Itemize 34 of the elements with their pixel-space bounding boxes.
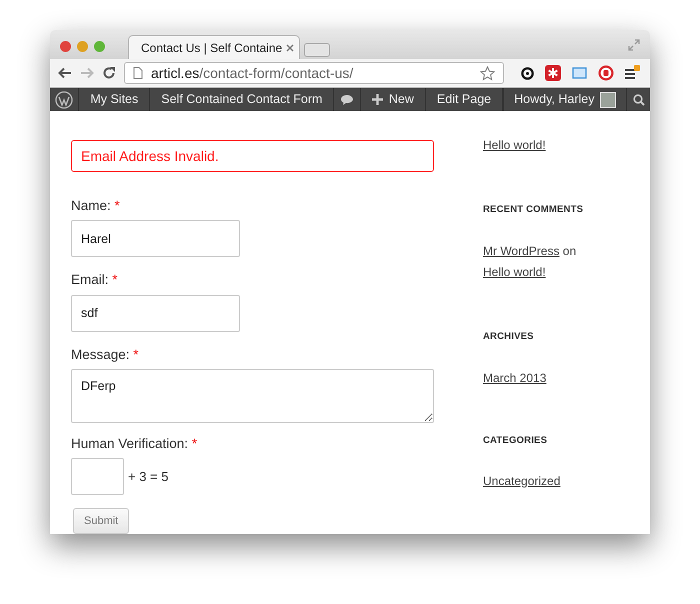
field-label: Message: * [71,346,140,364]
asterisk-extension-icon[interactable] [545,65,561,82]
browser-tab[interactable]: Contact Us | Self Containe [128,35,300,60]
post-link[interactable]: Hello world! [483,265,546,280]
message-field[interactable]: DFerp [71,368,434,423]
field-label: Email: * [71,271,119,290]
archive-link[interactable]: Uncategorized [483,472,560,490]
text-input-field[interactable]: Harel [71,220,240,258]
avatar-placeholder [600,92,616,108]
archive-link[interactable]: March 2013 [483,368,546,386]
submit-button[interactable]: Submit [73,508,130,534]
close-tab-icon[interactable] [286,44,294,52]
recent-comment-text: Mr WordPress on Hello world! [483,243,578,282]
widget-title: CATEGORIES [483,434,548,448]
close-window-icon[interactable] [60,41,71,52]
text-input-field[interactable]: sdf [71,294,240,332]
equation-text: + 3 = 5 [128,468,168,486]
verification-field[interactable] [71,458,124,495]
page-icon [133,67,143,80]
url-text: articl.es/contact-form/contact-us/ [151,64,354,83]
menu-icon[interactable] [624,65,640,82]
field-label: Name: * [71,197,121,215]
widget-title: ARCHIVES [483,330,535,344]
plus-icon [372,94,383,105]
post-link[interactable]: Hello world! [483,136,546,154]
author-link[interactable]: Mr WordPress [483,244,560,258]
tab-title: Contact Us | Self Containe [141,40,282,57]
field-label: Human Verification: * [71,434,198,453]
bookmark-star-icon[interactable] [480,66,495,81]
error-message: Email Address Invalid. [71,140,434,172]
back-icon[interactable] [58,67,72,80]
reload-icon[interactable] [102,66,116,80]
address-bar[interactable]: articl.es/contact-form/contact-us/ [124,62,504,84]
widget-title: RECENT COMMENTS [483,203,584,217]
